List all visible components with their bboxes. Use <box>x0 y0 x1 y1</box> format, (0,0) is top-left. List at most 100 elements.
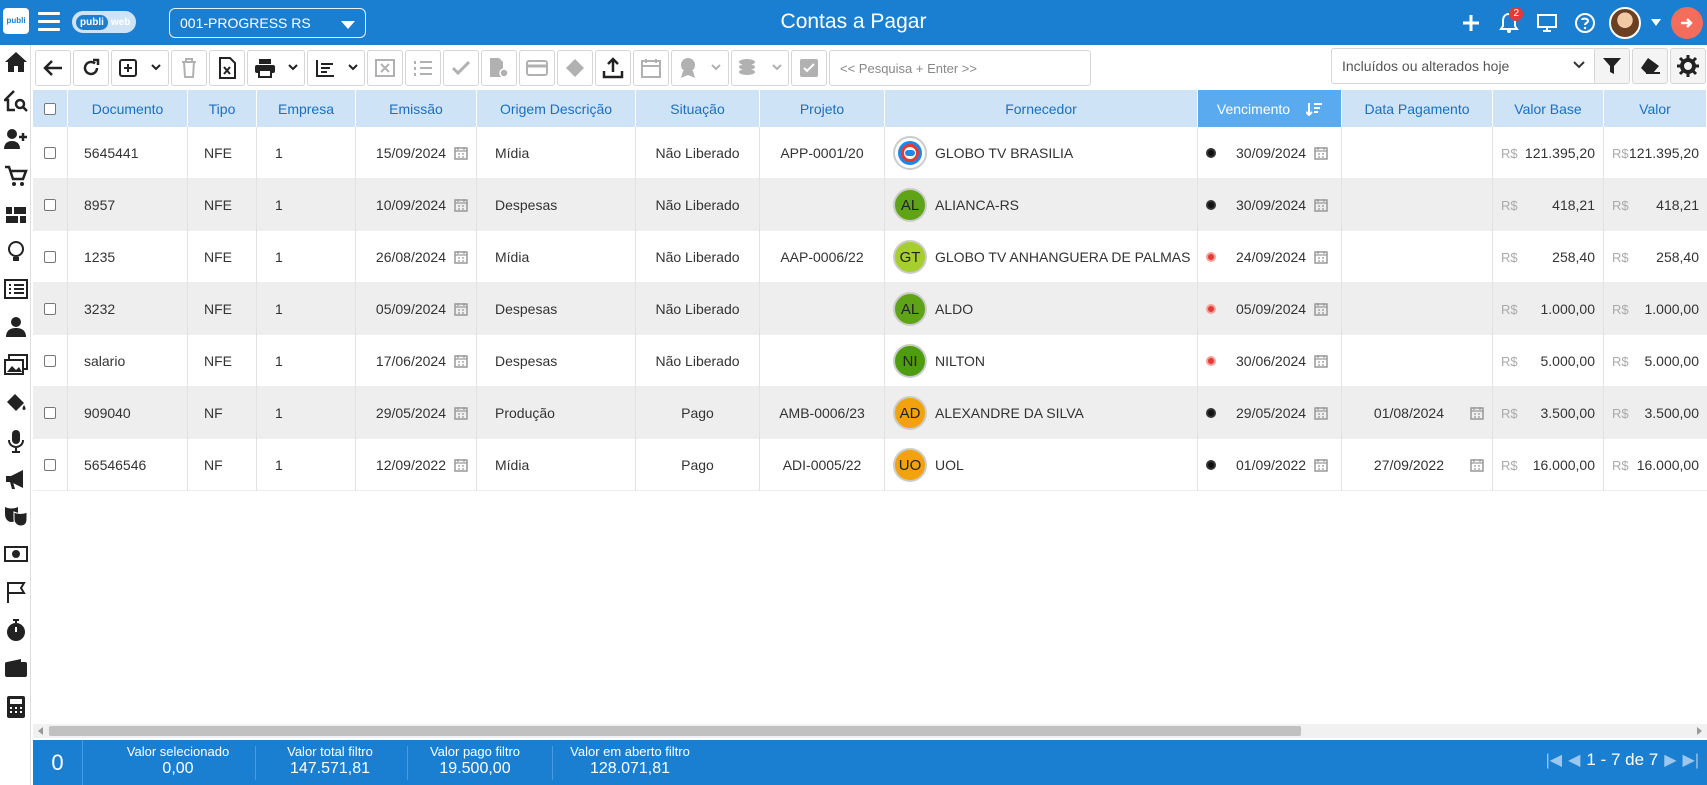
fornecedor-cell[interactable]: GLOBO TV BRASILIA <box>885 127 1198 179</box>
valor-base-cell[interactable]: R$ 16.000,00 <box>1493 439 1604 491</box>
row-checkbox[interactable] <box>44 355 56 367</box>
vencimento-cell[interactable]: 29/05/2024 <box>1198 387 1342 439</box>
document-settings-button[interactable] <box>481 50 517 86</box>
home-search-icon[interactable] <box>2 87 29 114</box>
table-row[interactable]: 5645441 NFE 1 15/09/2024 Mídia Não Liberado AP… <box>33 127 1707 179</box>
fornecedor-cell[interactable]: AL ALIANCA-RS <box>885 179 1198 231</box>
column-header-valor[interactable]: Valor <box>1604 90 1707 127</box>
scrollbar-thumb[interactable] <box>49 726 1301 736</box>
origem-cell[interactable]: Mídia <box>477 231 636 283</box>
situacao-cell[interactable]: Não Liberado <box>636 127 760 179</box>
tipo-cell[interactable]: NFE <box>188 335 257 387</box>
menu-icon[interactable] <box>38 12 60 32</box>
situacao-cell[interactable]: Pago <box>636 439 760 491</box>
fornecedor-cell[interactable]: AL ALDO <box>885 283 1198 335</box>
column-header-origem[interactable]: Origem Descrição <box>477 90 636 127</box>
microphone-icon[interactable] <box>2 427 29 454</box>
upload-button[interactable] <box>595 50 631 86</box>
row-checkbox[interactable] <box>44 199 56 211</box>
emissao-cell[interactable]: 05/09/2024 <box>356 283 477 335</box>
row-checkbox[interactable] <box>44 303 56 315</box>
approve-button[interactable] <box>443 50 479 86</box>
money-icon[interactable] <box>2 540 29 567</box>
pagamento-cell[interactable] <box>1342 283 1493 335</box>
publi-logo-mini[interactable]: publi <box>3 8 29 34</box>
vencimento-cell[interactable]: 01/09/2022 <box>1198 439 1342 491</box>
delete-button[interactable] <box>171 50 207 86</box>
prev-page-icon[interactable]: ◀ <box>1568 750 1580 770</box>
projeto-cell[interactable] <box>760 283 885 335</box>
images-icon[interactable] <box>2 351 29 378</box>
valor-cell[interactable]: R$ 5.000,00 <box>1604 335 1707 387</box>
situacao-cell[interactable]: Não Liberado <box>636 179 760 231</box>
calendar-icon[interactable] <box>1470 406 1484 420</box>
valor-base-cell[interactable]: R$ 258,40 <box>1493 231 1604 283</box>
origem-cell[interactable]: Produção <box>477 387 636 439</box>
projeto-cell[interactable]: APP-0001/20 <box>760 127 885 179</box>
empresa-cell[interactable]: 1 <box>257 231 356 283</box>
column-header-valor-base[interactable]: Valor Base <box>1493 90 1604 127</box>
fornecedor-cell[interactable]: AD ALEXANDRE DA SILVA <box>885 387 1198 439</box>
calendar-icon[interactable] <box>1314 302 1328 316</box>
last-page-icon[interactable]: ▶| <box>1683 750 1699 770</box>
clear-filter-button[interactable] <box>1632 48 1668 84</box>
emissao-cell[interactable]: 26/08/2024 <box>356 231 477 283</box>
valor-base-cell[interactable]: R$ 1.000,00 <box>1493 283 1604 335</box>
tipo-cell[interactable]: NFE <box>188 179 257 231</box>
valor-cell[interactable]: R$ 258,40 <box>1604 231 1707 283</box>
diamond-button[interactable] <box>557 50 593 86</box>
user-avatar[interactable] <box>1609 7 1641 39</box>
empresa-cell[interactable]: 1 <box>257 127 356 179</box>
origem-cell[interactable]: Despesas <box>477 283 636 335</box>
vencimento-cell[interactable]: 30/09/2024 <box>1198 179 1342 231</box>
table-row[interactable]: 1235 NFE 1 26/08/2024 Mídia Não Liberado AAP-0… <box>33 231 1707 283</box>
column-header-emissao[interactable]: Emissão <box>356 90 477 127</box>
column-header-documento[interactable]: Documento <box>68 90 188 127</box>
calculator-icon[interactable] <box>2 693 29 720</box>
add-user-icon[interactable] <box>2 125 29 152</box>
documento-cell[interactable]: 56546546 <box>68 439 188 491</box>
empresa-cell[interactable]: 1 <box>257 439 356 491</box>
column-header-projeto[interactable]: Projeto <box>760 90 885 127</box>
valor-cell[interactable]: R$ 418,21 <box>1604 179 1707 231</box>
dashboard-icon[interactable] <box>2 201 29 228</box>
calendar-icon[interactable] <box>454 458 468 472</box>
credit-card-button[interactable] <box>519 50 555 86</box>
pagamento-cell[interactable] <box>1342 335 1493 387</box>
pagamento-cell[interactable] <box>1342 127 1493 179</box>
print-button[interactable] <box>247 50 305 86</box>
calendar-icon[interactable] <box>1314 198 1328 212</box>
table-row[interactable]: salario NFE 1 17/06/2024 Despesas Não Liberad… <box>33 335 1707 387</box>
column-header-fornecedor[interactable]: Fornecedor <box>885 90 1198 127</box>
calendar-icon[interactable] <box>1314 458 1328 472</box>
table-row[interactable]: 909040 NF 1 29/05/2024 Produção Pago AMB-0006/… <box>33 387 1707 439</box>
column-header-situacao[interactable]: Situação <box>636 90 760 127</box>
calendar-icon[interactable] <box>1470 458 1484 472</box>
row-checkbox[interactable] <box>44 459 56 471</box>
documento-cell[interactable]: 5645441 <box>68 127 188 179</box>
pagamento-cell[interactable] <box>1342 231 1493 283</box>
valor-cell[interactable]: R$ 121.395,20 <box>1604 127 1707 179</box>
caret-down-icon[interactable] <box>1651 9 1661 37</box>
pagamento-cell[interactable]: 27/09/2022 <box>1342 439 1493 491</box>
calendar-icon[interactable] <box>454 406 468 420</box>
calendar-icon[interactable] <box>454 302 468 316</box>
column-header-tipo[interactable]: Tipo <box>188 90 257 127</box>
empresa-cell[interactable]: 1 <box>257 179 356 231</box>
theater-masks-icon[interactable] <box>2 502 29 529</box>
documento-cell[interactable]: salario <box>68 335 188 387</box>
table-row[interactable]: 56546546 NF 1 12/09/2022 Mídia Pago ADI-0005/2… <box>33 439 1707 491</box>
valor-cell[interactable]: R$ 1.000,00 <box>1604 283 1707 335</box>
valor-base-cell[interactable]: R$ 418,21 <box>1493 179 1604 231</box>
company-select[interactable]: 001-PROGRESS RS <box>169 8 366 38</box>
valor-cell[interactable]: R$ 3.500,00 <box>1604 387 1707 439</box>
emissao-cell[interactable]: 10/09/2024 <box>356 179 477 231</box>
documento-cell[interactable]: 909040 <box>68 387 188 439</box>
select-all-checkbox[interactable] <box>44 102 56 115</box>
person-icon[interactable] <box>2 313 29 340</box>
valor-base-cell[interactable]: R$ 3.500,00 <box>1493 387 1604 439</box>
calendar-icon[interactable] <box>454 198 468 212</box>
emissao-cell[interactable]: 17/06/2024 <box>356 335 477 387</box>
quick-filter-select[interactable]: Incluídos ou alterados hoje <box>1331 48 1597 84</box>
fornecedor-cell[interactable]: NI NILTON <box>885 335 1198 387</box>
